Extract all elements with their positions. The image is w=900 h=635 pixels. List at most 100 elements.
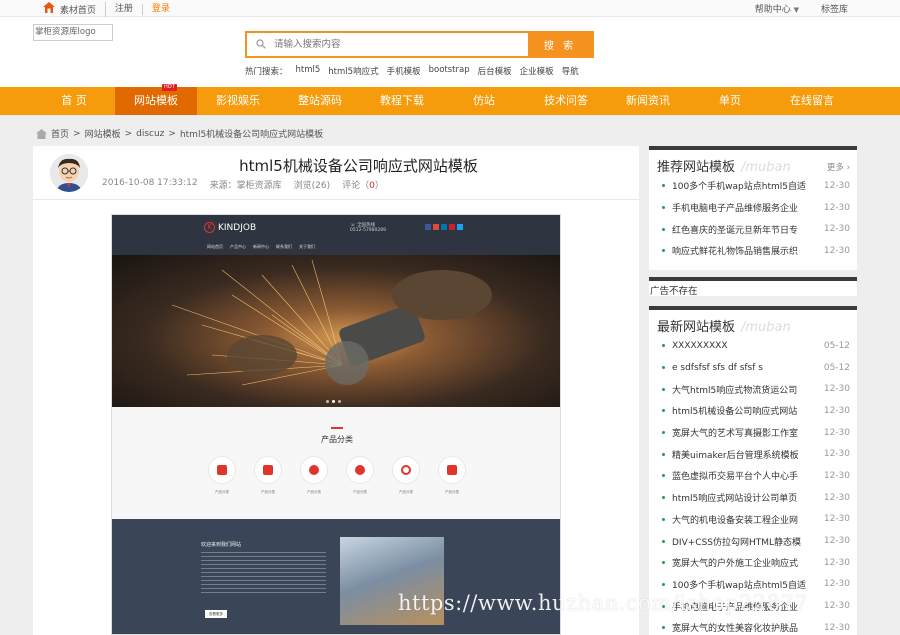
top-link-register[interactable]: 注册 [106,4,143,15]
breadcrumb-separator: > [124,128,133,139]
article-date: 2016-10-08 17:33:12 [102,178,198,188]
home-icon [43,2,55,13]
preview-menu-item: 新闻中心 [253,244,269,249]
pinterest-icon [449,224,455,230]
linkedin-icon [441,224,447,230]
hot-search-label: 热门搜索： [245,67,288,77]
preview-category: 产品分类 [346,456,374,495]
preview-accent-bar [331,427,343,429]
preview-menu: 网站首页 产品中心 新闻中心 联系我们 关于我们 [207,244,315,250]
breadcrumb-templates[interactable]: 网站模板 [85,127,121,140]
search-button[interactable]: 搜 索 [528,33,592,56]
list-item[interactable]: 精美uimaker后台管理系统模板 12-30 [662,443,850,465]
list-item[interactable]: 100多个手机wap站点html5自适 12-30 [662,574,850,596]
preview-about-section: 欢迎来到我们网站 查看更多 [112,519,560,634]
list-item[interactable]: 蓝色虚拟币交易平台个人中心手 12-30 [662,465,850,487]
ad-panel: 广告不存在 [649,277,857,297]
latest-title: 最新网站模板 [657,320,736,335]
hot-term[interactable]: html5 [296,65,321,77]
tag-library-link[interactable]: 标签库 [821,2,848,15]
recommend-panel: 推荐网站模板 /muban 更多 › 100多个手机wap站点html5自适 12… [649,146,857,270]
nav-item-message[interactable]: 在线留言 [771,87,853,115]
list-item[interactable]: 大气的机电设备安装工程企业网 12-30 [662,509,850,531]
preview-menu-item: 网站首页 [207,244,223,249]
list-item[interactable]: 手机电脑电子产品维修服务企业 12-30 [662,595,850,617]
preview-category: 产品分类 [300,456,328,495]
list-item[interactable]: 宽屏大气的户外施工企业响应式 12-30 [662,552,850,574]
help-center-label: 帮助中心 [754,5,791,15]
top-link-home[interactable]: 素材首页 [34,2,106,17]
more-link[interactable]: 更多 › [827,161,850,173]
nav-item-templates[interactable]: 网站模板 HOT [115,84,197,115]
breadcrumb: 首页 > 网站模板 > discuz > html5机械设备公司响应式网站模板 [36,127,323,140]
nav-item-clone[interactable]: 仿站 [443,87,525,115]
list-item[interactable]: 响应式鲜花礼物饰品销售展示织 12-30 [662,240,850,262]
search-bar: 搜 索 [245,31,594,58]
ad-text: 广告不存在 [650,286,698,297]
gear-icon [309,465,319,475]
hot-term[interactable]: bootstrap [429,65,470,77]
top-link-login[interactable]: 登录 [143,4,179,15]
brand-k-icon: K [204,222,215,233]
preview-category-label: 产品分类 [445,490,459,494]
more-label: 更多 [826,163,844,173]
carousel-dots [326,400,341,403]
breadcrumb-separator: > [73,128,81,139]
preview-more-button: 查看更多 [205,610,227,618]
breadcrumb-category[interactable]: discuz [136,129,164,139]
list-item[interactable]: 大气html5响应式物流货运公司 12-30 [662,378,850,400]
help-center-menu[interactable]: 帮助中心 ▼ [755,2,799,15]
preview-phone-number: 0512-57980289 [350,228,386,233]
preview-social-icons [425,224,463,230]
search-icon [256,39,266,49]
nav-item-label: 网站模板 [134,94,178,107]
nav-item-single[interactable]: 单页 [689,87,771,115]
hot-term[interactable]: 导航 [562,65,579,77]
nav-item-source[interactable]: 整站源码 [279,87,361,115]
facebook-icon [425,224,431,230]
preview-phone: ☏ 全国热线 0512-57980289 [350,223,386,233]
truck-icon [217,465,227,475]
latest-list: XXXXXXXXX 05-12 e sdfsfsf sfs df sfsf s 05… [649,335,857,635]
list-item[interactable]: XXXXXXXXX 05-12 [662,335,850,357]
list-item[interactable]: e sdfsfsf sfs df sfsf s 05-12 [662,357,850,379]
list-item[interactable]: 宽屏大气的艺术写真摄影工作室 12-30 [662,422,850,444]
nav-item-news[interactable]: 新闻资讯 [607,87,689,115]
hot-term[interactable]: 手机模板 [387,65,421,77]
list-item[interactable]: DIV+CSS仿拉勾网HTML静态模 12-30 [662,530,850,552]
preview-menu-item: 关于我们 [299,244,315,249]
search-input[interactable] [247,33,528,56]
nav-item-home[interactable]: 首 页 [33,87,115,115]
breadcrumb-home[interactable]: 首页 [51,127,69,140]
list-item[interactable]: 红色喜庆的圣诞元旦新年节日专 12-30 [662,218,850,240]
top-link-sucai: 素材 [59,6,78,16]
nav-item-qa[interactable]: 技术问答 [525,87,607,115]
hot-term[interactable]: 企业模板 [520,65,554,77]
latest-subtitle: /muban [741,320,791,335]
recommend-title: 推荐网站模板 [657,160,736,175]
recommend-list: 100多个手机wap站点html5自适 12-30 手机电脑电子产品维修服务企业 1… [649,175,857,262]
latest-panel: 最新网站模板 /muban XXXXXXXXX 05-12 e sdfsfsf s… [649,306,857,635]
breadcrumb-current: html5机械设备公司响应式网站模板 [179,130,324,140]
chevron-right-icon: › [846,163,850,173]
site-logo[interactable]: 掌柜资源库logo [33,24,113,41]
list-item[interactable]: 宽屏大气的女性美容化妆护肤品 12-30 [662,617,850,635]
list-item[interactable]: 100多个手机wap站点html5自适 12-30 [662,175,850,197]
hot-term[interactable]: 后台模板 [478,65,512,77]
nav-item-entertainment[interactable]: 影视娱乐 [197,87,279,115]
hot-term[interactable]: html5响应式 [328,65,378,77]
hot-badge: HOT [162,84,177,91]
machine-icon [263,465,273,475]
cog-icon [401,465,411,475]
list-item[interactable]: 手机电脑电子产品维修服务企业 12-30 [662,197,850,219]
nav-item-tutorials[interactable]: 教程下载 [361,87,443,115]
article-title: html5机械设备公司响应式网站模板 [239,157,478,175]
article-comments[interactable]: 评论（0） [342,178,384,191]
chevron-down-icon: ▼ [793,6,799,14]
home-icon [36,128,47,139]
top-bar: 素材首页 注册 登录 帮助中心 ▼ 标签库 [0,0,900,17]
list-item[interactable]: html5响应式网站设计公司单页 12-30 [662,487,850,509]
bulb-icon [355,465,365,475]
preview-brand: KINDJOB [218,222,257,233]
list-item[interactable]: html5机械设备公司响应式网站 12-30 [662,400,850,422]
